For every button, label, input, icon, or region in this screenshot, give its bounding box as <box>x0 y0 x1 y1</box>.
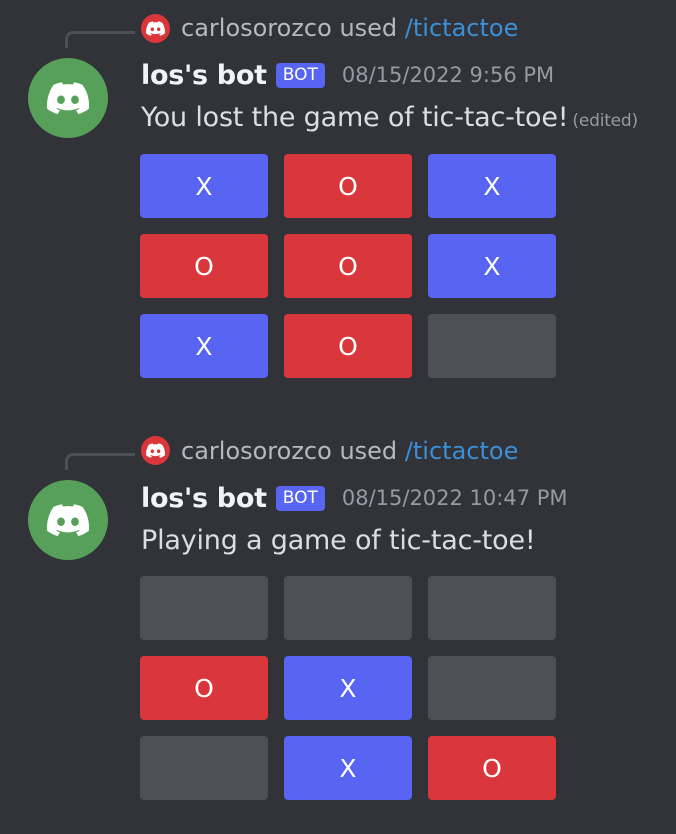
message-content: You lost the game of tic-tac-toe! (edited… <box>141 102 638 133</box>
message-text: Playing a game of tic-tac-toe! <box>141 525 536 556</box>
reply-connector <box>65 31 135 48</box>
reply-avatar[interactable] <box>141 14 170 43</box>
message-content: Playing a game of tic-tac-toe! <box>141 525 536 556</box>
board-cell-2-2[interactable]: X <box>284 656 412 720</box>
timestamp[interactable]: 08/15/2022 10:47 PM <box>342 486 568 510</box>
board-cell-3-2[interactable]: X <box>284 736 412 800</box>
board-cell-3-2[interactable]: O <box>284 314 412 378</box>
reply-connector <box>65 453 135 470</box>
discord-logo-icon <box>146 21 165 36</box>
reply-username[interactable]: carlosorozco <box>181 14 332 42</box>
tictactoe-board: OXXO <box>140 576 556 800</box>
board-cell-2-1[interactable]: O <box>140 234 268 298</box>
reply-command-link[interactable]: /tictactoe <box>405 437 519 465</box>
board-cell-2-3[interactable] <box>428 656 556 720</box>
reply-text: carlosorozco used /tictactoe <box>181 436 518 466</box>
discord-logo-icon <box>146 443 165 458</box>
reply-username[interactable]: carlosorozco <box>181 437 332 465</box>
bot-avatar[interactable] <box>28 58 108 138</box>
board-cell-1-1[interactable] <box>140 576 268 640</box>
board-cell-2-2[interactable]: O <box>284 234 412 298</box>
reply-text: carlosorozco used /tictactoe <box>181 13 518 43</box>
author-name[interactable]: los's bot <box>141 60 267 91</box>
bot-avatar[interactable] <box>28 480 108 560</box>
board-cell-3-1[interactable] <box>140 736 268 800</box>
board-cell-1-2[interactable]: O <box>284 154 412 218</box>
board-cell-1-3[interactable] <box>428 576 556 640</box>
discord-logo-icon <box>47 504 89 536</box>
board-cell-2-1[interactable]: O <box>140 656 268 720</box>
message-text: You lost the game of tic-tac-toe! <box>141 102 569 133</box>
board-cell-2-3[interactable]: X <box>428 234 556 298</box>
bot-tag: BOT <box>275 62 325 88</box>
reply-used-label: used <box>339 437 398 465</box>
board-cell-3-1[interactable]: X <box>140 314 268 378</box>
reply-command-link[interactable]: /tictactoe <box>405 14 519 42</box>
board-cell-1-2[interactable] <box>284 576 412 640</box>
edited-label: (edited) <box>572 111 638 131</box>
reply-avatar[interactable] <box>141 436 170 465</box>
board-cell-1-1[interactable]: X <box>140 154 268 218</box>
reply-used-label: used <box>339 14 398 42</box>
board-cell-3-3[interactable] <box>428 314 556 378</box>
board-cell-3-3[interactable]: O <box>428 736 556 800</box>
timestamp[interactable]: 08/15/2022 9:56 PM <box>342 63 554 87</box>
bot-tag: BOT <box>275 485 325 511</box>
message-header: los's bot BOT 08/15/2022 10:47 PM <box>141 480 568 516</box>
message-header: los's bot BOT 08/15/2022 9:56 PM <box>141 57 554 93</box>
discord-logo-icon <box>47 82 89 114</box>
board-cell-1-3[interactable]: X <box>428 154 556 218</box>
tictactoe-board: XOXOOXXO <box>140 154 556 378</box>
author-name[interactable]: los's bot <box>141 483 267 514</box>
